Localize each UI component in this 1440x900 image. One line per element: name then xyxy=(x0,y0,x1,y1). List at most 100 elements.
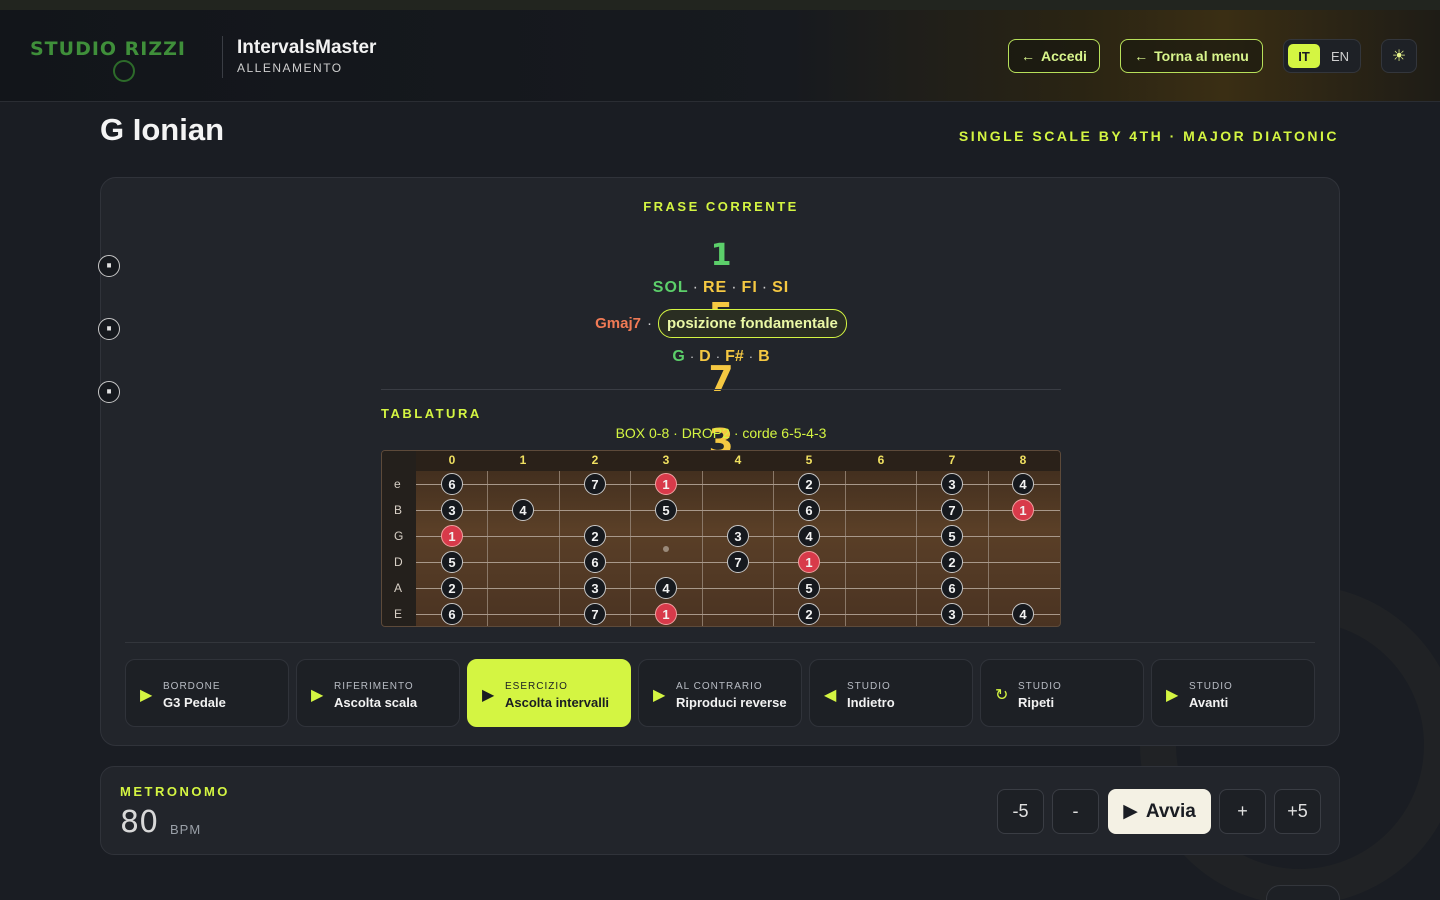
fretboard: 0 1 2 3 4 5 6 7 8 eBGDAE 6 7 1 2 3 4 3 4 5 6 7 1 1 2 3 4 5 5 6 7 1 2 2 3 4… xyxy=(381,450,1061,627)
separator: · xyxy=(98,254,120,279)
floating-button[interactable] xyxy=(1266,885,1340,900)
root-note-marker[interactable]: 1 xyxy=(441,525,463,547)
bpm-minus-5-button[interactable]: -5 xyxy=(997,789,1044,834)
phrase-solfege: SOL · RE · FI · SI xyxy=(101,279,1341,297)
divider xyxy=(125,642,1315,643)
note-marker[interactable]: 4 xyxy=(1012,603,1034,625)
studio-logo[interactable]: STUDIO RIZZI xyxy=(30,38,186,60)
control-label: G3 Pedale xyxy=(163,695,226,710)
note-marker[interactable]: 2 xyxy=(798,603,820,625)
exercise-card: FRASE CORRENTE 1·5·7·3 SOL·RE·FI·SI Gmaj… xyxy=(98,177,1341,746)
bpm-value: 80 xyxy=(120,805,159,840)
note-marker[interactable]: 5 xyxy=(798,577,820,599)
root-note-marker[interactable]: 1 xyxy=(1012,499,1034,521)
string-label: D xyxy=(394,555,403,569)
back-to-menu-button[interactable]: ← Torna al menu xyxy=(1120,39,1263,73)
control-kicker: ESERCIZIO xyxy=(505,681,568,692)
bpm-plus-button[interactable]: + xyxy=(1219,789,1266,834)
app-title: IntervalsMaster xyxy=(237,37,377,58)
note-marker[interactable]: 5 xyxy=(941,525,963,547)
control-button-ascolta-intervalli[interactable]: ▶ ESERCIZIO Ascolta intervalli xyxy=(467,659,631,727)
play-icon: ▶ xyxy=(140,687,153,704)
control-label: Riproduci reverse xyxy=(676,695,787,710)
lang-en-button[interactable]: EN xyxy=(1324,44,1356,68)
control-button-g3-pedale[interactable]: ▶ BORDONE G3 Pedale xyxy=(125,659,289,727)
note-marker[interactable]: 2 xyxy=(941,551,963,573)
root-note-marker[interactable]: 1 xyxy=(655,603,677,625)
fret-line xyxy=(559,471,560,626)
fret-line xyxy=(845,471,846,626)
note-marker[interactable]: 6 xyxy=(798,499,820,521)
note-marker[interactable]: 4 xyxy=(655,577,677,599)
chord-row: Gmaj7 · posizione fondamentale xyxy=(101,309,1341,338)
arrow-left-icon: ← xyxy=(1134,48,1149,64)
note-marker[interactable]: 5 xyxy=(655,499,677,521)
chord-name: Gmaj7 xyxy=(595,315,641,332)
note-marker[interactable]: 3 xyxy=(441,499,463,521)
separator: · xyxy=(731,279,738,296)
bpm-minus-button[interactable]: - xyxy=(1052,789,1099,834)
back-to-menu-label: Torna al menu xyxy=(1154,48,1249,64)
theme-toggle-button[interactable]: ☀ xyxy=(1381,39,1417,73)
separator: · xyxy=(715,349,721,364)
note-marker[interactable]: 5 xyxy=(441,551,463,573)
root-note-marker[interactable]: 1 xyxy=(798,551,820,573)
note-marker[interactable]: 6 xyxy=(584,551,606,573)
degree: 1 xyxy=(710,238,732,273)
fret-line xyxy=(916,471,917,626)
app-subtitle: ALLENAMENTO xyxy=(237,61,343,75)
string-line xyxy=(416,588,1060,589)
string-label: E xyxy=(394,607,403,621)
bpm-unit: BPM xyxy=(170,822,202,837)
note-marker[interactable]: 4 xyxy=(798,525,820,547)
metronome-label: METRONOMO xyxy=(120,784,230,799)
control-kicker: AL CONTRARIO xyxy=(676,681,763,692)
bpm-plus-5-button[interactable]: +5 xyxy=(1274,789,1321,834)
fret-line xyxy=(988,471,989,626)
note-marker[interactable]: 2 xyxy=(441,577,463,599)
note-marker[interactable]: 6 xyxy=(941,577,963,599)
control-button-ascolta-scala[interactable]: ▶ RIFERIMENTO Ascolta scala xyxy=(296,659,460,727)
note-marker[interactable]: 3 xyxy=(727,525,749,547)
fret-line xyxy=(702,471,703,626)
control-kicker: STUDIO xyxy=(847,681,891,692)
note-marker[interactable]: 3 xyxy=(941,473,963,495)
control-button-riproduci-reverse[interactable]: ▶ AL CONTRARIO Riproduci reverse xyxy=(638,659,802,727)
tablature-label: TABLATURA xyxy=(381,406,482,421)
note-marker[interactable]: 7 xyxy=(727,551,749,573)
separator: · xyxy=(692,279,699,296)
language-switcher: IT EN xyxy=(1283,39,1361,73)
fret-number: 1 xyxy=(519,453,527,467)
metronome-start-button[interactable]: ▶ Avvia xyxy=(1108,789,1211,834)
note-marker[interactable]: 7 xyxy=(584,473,606,495)
note-marker[interactable]: 7 xyxy=(941,499,963,521)
login-button[interactable]: ← Accedi xyxy=(1008,39,1100,73)
note-marker[interactable]: 6 xyxy=(441,603,463,625)
play-icon: ▶ xyxy=(311,687,324,704)
page-subtitle: SINGLE SCALE BY 4TH · MAJOR DIATONIC xyxy=(958,128,1339,144)
control-label: Ripeti xyxy=(1018,695,1055,710)
separator: · xyxy=(98,380,120,405)
string-line xyxy=(416,484,1060,485)
sun-icon: ☀ xyxy=(1391,48,1407,65)
root-note-marker[interactable]: 1 xyxy=(655,473,677,495)
string-label: B xyxy=(394,503,403,517)
login-label: Accedi xyxy=(1041,48,1087,64)
lang-it-button[interactable]: IT xyxy=(1288,44,1320,68)
fret-number: 3 xyxy=(662,453,670,467)
note-marker[interactable]: 4 xyxy=(1012,473,1034,495)
note-marker[interactable]: 2 xyxy=(584,525,606,547)
note-marker[interactable]: 6 xyxy=(441,473,463,495)
separator: · xyxy=(689,349,695,364)
control-button-ripeti[interactable]: ↻ STUDIO Ripeti xyxy=(980,659,1144,727)
note-marker[interactable]: 4 xyxy=(512,499,534,521)
control-kicker: BORDONE xyxy=(163,681,221,692)
note-marker[interactable]: 2 xyxy=(798,473,820,495)
control-button-indietro[interactable]: ◀ STUDIO Indietro xyxy=(809,659,973,727)
note-marker[interactable]: 3 xyxy=(941,603,963,625)
play-icon: ▶ xyxy=(482,687,495,704)
control-button-avanti[interactable]: ▶ STUDIO Avanti xyxy=(1151,659,1315,727)
string-line xyxy=(416,614,1060,615)
note-marker[interactable]: 3 xyxy=(584,577,606,599)
note-marker[interactable]: 7 xyxy=(584,603,606,625)
